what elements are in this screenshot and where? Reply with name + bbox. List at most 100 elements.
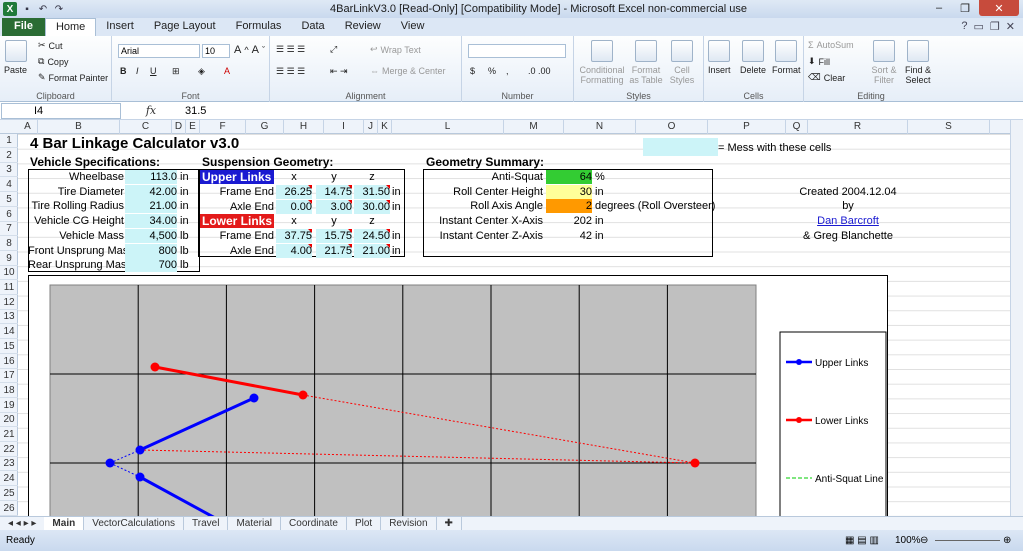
close-button[interactable]: ✕ — [979, 0, 1019, 16]
maximize-button[interactable]: ❐ — [953, 0, 977, 16]
row-header[interactable]: 6 — [0, 208, 18, 222]
tab-home[interactable]: Home — [44, 18, 97, 36]
underline-button[interactable]: U — [150, 66, 157, 76]
paste-button[interactable]: Paste — [4, 40, 27, 75]
view-normal-icon[interactable]: ▦ ▤ ▥ — [845, 535, 879, 546]
column-header-l[interactable]: L — [392, 120, 504, 134]
sheet-tab-revision[interactable]: Revision — [381, 516, 437, 531]
find-select-button[interactable]: Find & Select — [902, 40, 934, 85]
row-header[interactable]: 9 — [0, 252, 18, 266]
row-header[interactable]: 20 — [0, 413, 18, 428]
vehicle-spec-value[interactable]: 42.00 — [125, 184, 177, 199]
sheet-tab-plot[interactable]: Plot — [347, 516, 382, 531]
column-header-j[interactable]: J — [364, 120, 378, 134]
row-header[interactable]: 2 — [0, 149, 18, 163]
lower-link-y-value[interactable]: 15.75 — [316, 229, 352, 243]
copy-button[interactable]: ⧉ Copy — [38, 56, 68, 67]
column-header-e[interactable]: E — [186, 120, 200, 134]
tab-page-layout[interactable]: Page Layout — [144, 18, 226, 36]
number-format-select[interactable] — [468, 44, 566, 58]
tab-review[interactable]: Review — [335, 18, 391, 36]
worksheet[interactable]: 4 Bar Linkage Calculator v3.0 = Mess wit… — [18, 134, 1010, 516]
sheet-tab-coordinate[interactable]: Coordinate — [281, 516, 347, 531]
row-header[interactable]: 13 — [0, 310, 18, 325]
first-sheet-nav[interactable]: ◂ ◂ ▸ ▸ — [0, 517, 44, 531]
row-header[interactable]: 25 — [0, 487, 18, 501]
row-header[interactable]: 8 — [0, 237, 18, 251]
column-header-b[interactable]: B — [38, 120, 120, 134]
help-icon[interactable]: ? — [961, 20, 967, 33]
vehicle-spec-value[interactable]: 34.00 — [125, 214, 177, 229]
save-icon[interactable]: ▪ — [21, 3, 33, 15]
tab-data[interactable]: Data — [291, 18, 334, 36]
bold-button[interactable]: B — [120, 66, 127, 76]
row-header[interactable]: 26 — [0, 502, 18, 516]
row-header[interactable]: 10 — [0, 266, 18, 281]
vehicle-spec-value[interactable]: 800 — [125, 243, 177, 258]
row-header[interactable]: 16 — [0, 355, 18, 369]
tab-view[interactable]: View — [391, 18, 435, 36]
new-sheet-icon[interactable]: ✚ — [437, 516, 462, 531]
vehicle-spec-value[interactable]: 21.00 — [125, 199, 177, 214]
conditional-formatting-button[interactable]: Conditional Formatting — [578, 40, 626, 85]
column-header-m[interactable]: M — [504, 120, 564, 134]
upper-link-x-value[interactable]: 0.00 — [276, 199, 312, 214]
tab-insert[interactable]: Insert — [96, 18, 144, 36]
row-header[interactable]: 14 — [0, 325, 18, 340]
upper-link-y-value[interactable]: 3.00 — [316, 199, 352, 214]
font-name-select[interactable]: Arial — [118, 44, 200, 58]
align-left-button[interactable]: ☰ ☰ ☰ — [276, 66, 305, 77]
insert-function-button[interactable]: fx — [121, 104, 181, 117]
column-header-r[interactable]: R — [808, 120, 908, 134]
vehicle-spec-value[interactable]: 700 — [125, 258, 177, 273]
upper-link-x-value[interactable]: 26.25 — [276, 185, 312, 199]
lower-link-x-value[interactable]: 4.00 — [276, 243, 312, 258]
percent-button[interactable]: % — [488, 66, 496, 76]
sheet-tab-main[interactable]: Main — [44, 516, 85, 531]
clear-button[interactable]: ⌫ Clear — [808, 72, 845, 83]
row-header[interactable]: 18 — [0, 384, 18, 398]
orientation-button[interactable]: ⤢ — [330, 44, 337, 55]
column-header-f[interactable]: F — [200, 120, 246, 134]
merge-center-button[interactable]: ⇔ Merge & Center — [370, 66, 446, 76]
row-header[interactable]: 5 — [0, 193, 18, 207]
format-as-table-button[interactable]: Format as Table — [628, 40, 664, 85]
column-header-q[interactable]: Q — [786, 120, 808, 134]
row-header[interactable]: 17 — [0, 369, 18, 384]
tab-file[interactable]: File — [2, 18, 45, 36]
sheet-tab-vectorcalculations[interactable]: VectorCalculations — [84, 516, 185, 531]
ribbon-close-icon[interactable]: ✕ — [1006, 20, 1015, 33]
autosum-button[interactable]: Σ AutoSum — [808, 40, 854, 50]
sort-filter-button[interactable]: Sort & Filter — [868, 40, 900, 85]
column-header-n[interactable]: N — [564, 120, 636, 134]
column-header-a[interactable]: A — [18, 120, 38, 134]
upper-link-z-value[interactable]: 30.00 — [354, 199, 390, 214]
row-header[interactable]: 23 — [0, 457, 18, 472]
delete-cells-button[interactable]: Delete — [740, 40, 766, 75]
lower-link-z-value[interactable]: 21.00 — [354, 243, 390, 258]
cut-button[interactable]: ✂ Cut — [38, 40, 63, 51]
sheet-tab-travel[interactable]: Travel — [184, 516, 229, 531]
undo-icon[interactable]: ↶ — [37, 3, 49, 15]
row-header[interactable]: 11 — [0, 281, 18, 295]
borders-button[interactable]: ⊞ — [172, 66, 180, 77]
lower-link-z-value[interactable]: 24.50 — [354, 229, 390, 243]
currency-button[interactable]: $ — [470, 66, 475, 76]
lower-link-x-value[interactable]: 37.75 — [276, 229, 312, 243]
grow-font-button[interactable]: A ^ Aˇ — [234, 44, 265, 56]
tab-formulas[interactable]: Formulas — [226, 18, 292, 36]
minimize-button[interactable]: – — [927, 0, 951, 16]
vehicle-spec-value[interactable]: 4,500 — [125, 228, 177, 243]
row-header[interactable]: 1 — [0, 134, 18, 148]
formula-input[interactable]: 31.5 — [181, 105, 206, 117]
format-painter-button[interactable]: ✎ Format Painter — [38, 72, 108, 83]
column-header-s[interactable]: S — [908, 120, 990, 134]
column-header-o[interactable]: O — [636, 120, 708, 134]
name-box[interactable]: I4 — [1, 102, 121, 119]
font-size-select[interactable]: 10 — [202, 44, 230, 58]
sheet-tab-material[interactable]: Material — [228, 516, 282, 531]
row-header[interactable]: 7 — [0, 222, 18, 237]
row-header[interactable]: 4 — [0, 178, 18, 193]
row-header[interactable]: 21 — [0, 428, 18, 442]
indent-button[interactable]: ⇤ ⇥ — [330, 66, 348, 77]
